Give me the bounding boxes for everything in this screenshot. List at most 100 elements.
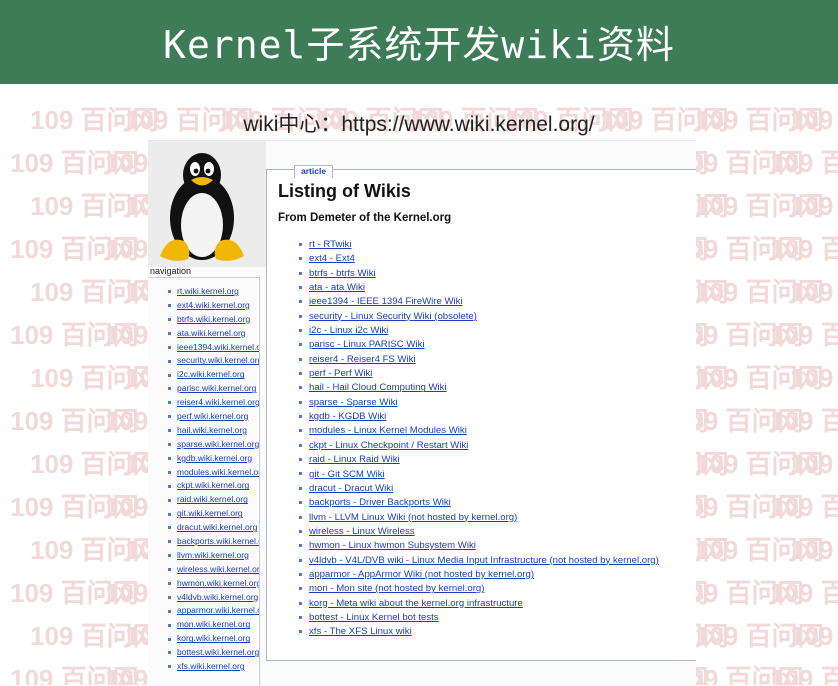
wiki-link[interactable]: bottest - Linux Kernel bot tests bbox=[299, 612, 659, 626]
nav-link[interactable]: security.wiki.kernel.org bbox=[168, 355, 259, 369]
nav-link-label[interactable]: bottest.wiki.kernel.org bbox=[177, 647, 259, 657]
wiki-link[interactable]: ckpt - Linux Checkpoint / Restart Wiki bbox=[299, 440, 659, 454]
wiki-link-label[interactable]: wireless - Linux Wireless bbox=[309, 526, 415, 537]
wiki-link-label[interactable]: v4ldvb - V4L/DVB wiki - Linux Media Inpu… bbox=[309, 555, 659, 566]
wiki-link[interactable]: hwmon - Linux hwmon Subsystem Wiki bbox=[299, 540, 659, 554]
nav-link-label[interactable]: apparmor.wiki.kernel.org bbox=[177, 605, 259, 615]
wiki-link-label[interactable]: reiser4 - Reiser4 FS Wiki bbox=[309, 354, 416, 365]
wiki-link-label[interactable]: perf - Perf Wiki bbox=[309, 368, 372, 379]
nav-link-label[interactable]: ieee1394.wiki.kernel.org bbox=[177, 342, 259, 352]
nav-link-label[interactable]: ata.wiki.kernel.org bbox=[177, 328, 246, 338]
wiki-link[interactable]: security - Linux Security Wiki (obsolete… bbox=[299, 311, 659, 325]
nav-link[interactable]: kgdb.wiki.kernel.org bbox=[168, 453, 259, 467]
wiki-link[interactable]: korg - Meta wiki about the kernel.org in… bbox=[299, 598, 659, 612]
nav-link[interactable]: v4ldvb.wiki.kernel.org bbox=[168, 592, 259, 606]
nav-link-label[interactable]: dracut.wiki.kernel.org bbox=[177, 522, 257, 532]
nav-link-label[interactable]: mon.wiki.kernel.org bbox=[177, 619, 250, 629]
wiki-link[interactable]: reiser4 - Reiser4 FS Wiki bbox=[299, 354, 659, 368]
tab-article[interactable]: article bbox=[294, 165, 334, 178]
wiki-link-label[interactable]: mon - Mon site (not hosted by kernel.org… bbox=[309, 583, 484, 594]
nav-link-label[interactable]: i2c.wiki.kernel.org bbox=[177, 369, 245, 379]
wiki-link-label[interactable]: sparse - Sparse Wiki bbox=[309, 397, 398, 408]
nav-link[interactable]: apparmor.wiki.kernel.org bbox=[168, 605, 259, 619]
wiki-link-label[interactable]: apparmor - AppArmor Wiki (not hosted by … bbox=[309, 569, 534, 580]
wiki-link[interactable]: btrfs - btrfs Wiki bbox=[299, 268, 659, 282]
nav-link-label[interactable]: git.wiki.kernel.org bbox=[177, 508, 243, 518]
wiki-link[interactable]: i2c - Linux i2c Wiki bbox=[299, 325, 659, 339]
wiki-link[interactable]: wireless - Linux Wireless bbox=[299, 526, 659, 540]
nav-link[interactable]: ckpt.wiki.kernel.org bbox=[168, 480, 259, 494]
nav-link-label[interactable]: btrfs.wiki.kernel.org bbox=[177, 314, 250, 324]
wiki-link-label[interactable]: xfs - The XFS Linux wiki bbox=[309, 626, 412, 637]
nav-link[interactable]: xfs.wiki.kernel.org bbox=[168, 661, 259, 675]
wiki-link-label[interactable]: korg - Meta wiki about the kernel.org in… bbox=[309, 598, 523, 609]
nav-link-label[interactable]: ckpt.wiki.kernel.org bbox=[177, 480, 249, 490]
wiki-link[interactable]: ext4 - Ext4 bbox=[299, 253, 659, 267]
wiki-link-label[interactable]: i2c - Linux i2c Wiki bbox=[309, 325, 388, 336]
nav-link[interactable]: hwmon.wiki.kernel.org bbox=[168, 578, 259, 592]
nav-link-label[interactable]: xfs.wiki.kernel.org bbox=[177, 661, 245, 671]
wiki-link-label[interactable]: hail - Hail Cloud Computing Wiki bbox=[309, 382, 447, 393]
wiki-link[interactable]: xfs - The XFS Linux wiki bbox=[299, 626, 659, 640]
wiki-link[interactable]: modules - Linux Kernel Modules Wiki bbox=[299, 425, 659, 439]
wiki-link[interactable]: backports - Driver Backports Wiki bbox=[299, 497, 659, 511]
wiki-link[interactable]: hail - Hail Cloud Computing Wiki bbox=[299, 382, 659, 396]
nav-link-label[interactable]: kgdb.wiki.kernel.org bbox=[177, 453, 252, 463]
nav-link[interactable]: parisc.wiki.kernel.org bbox=[168, 383, 259, 397]
nav-link[interactable]: modules.wiki.kernel.org bbox=[168, 467, 259, 481]
nav-link-label[interactable]: hail.wiki.kernel.org bbox=[177, 425, 247, 435]
nav-link[interactable]: git.wiki.kernel.org bbox=[168, 508, 259, 522]
nav-link[interactable]: ext4.wiki.kernel.org bbox=[168, 300, 259, 314]
nav-link[interactable]: perf.wiki.kernel.org bbox=[168, 411, 259, 425]
nav-link-label[interactable]: wireless.wiki.kernel.org bbox=[177, 564, 259, 574]
wiki-link-label[interactable]: ckpt - Linux Checkpoint / Restart Wiki bbox=[309, 440, 468, 451]
nav-link[interactable]: sparse.wiki.kernel.org bbox=[168, 439, 259, 453]
nav-link[interactable]: i2c.wiki.kernel.org bbox=[168, 369, 259, 383]
wiki-link-label[interactable]: kgdb - KGDB Wiki bbox=[309, 411, 386, 422]
nav-link[interactable]: mon.wiki.kernel.org bbox=[168, 619, 259, 633]
wiki-link-label[interactable]: parisc - Linux PARISC Wiki bbox=[309, 339, 425, 350]
wiki-link-label[interactable]: backports - Driver Backports Wiki bbox=[309, 497, 451, 508]
nav-link-label[interactable]: raid.wiki.kernel.org bbox=[177, 494, 248, 504]
wiki-link-label[interactable]: security - Linux Security Wiki (obsolete… bbox=[309, 311, 477, 322]
nav-link[interactable]: llvm.wiki.kernel.org bbox=[168, 550, 259, 564]
nav-link-label[interactable]: ext4.wiki.kernel.org bbox=[177, 300, 250, 310]
nav-link-label[interactable]: sparse.wiki.kernel.org bbox=[177, 439, 259, 449]
wiki-link[interactable]: sparse - Sparse Wiki bbox=[299, 397, 659, 411]
wiki-link[interactable]: v4ldvb - V4L/DVB wiki - Linux Media Inpu… bbox=[299, 555, 659, 569]
wiki-link-label[interactable]: rt - RTwiki bbox=[309, 239, 351, 250]
wiki-link[interactable]: kgdb - KGDB Wiki bbox=[299, 411, 659, 425]
nav-link[interactable]: reiser4.wiki.kernel.org bbox=[168, 397, 259, 411]
nav-link[interactable]: ieee1394.wiki.kernel.org bbox=[168, 342, 259, 356]
nav-link[interactable]: raid.wiki.kernel.org bbox=[168, 494, 259, 508]
nav-link-label[interactable]: parisc.wiki.kernel.org bbox=[177, 383, 256, 393]
wiki-link[interactable]: raid - Linux Raid Wiki bbox=[299, 454, 659, 468]
wiki-link-label[interactable]: hwmon - Linux hwmon Subsystem Wiki bbox=[309, 540, 476, 551]
nav-link[interactable]: dracut.wiki.kernel.org bbox=[168, 522, 259, 536]
nav-link-label[interactable]: modules.wiki.kernel.org bbox=[177, 467, 259, 477]
wiki-link-label[interactable]: ata - ata Wiki bbox=[309, 282, 365, 293]
nav-link[interactable]: backports.wiki.kernel.org bbox=[168, 536, 259, 550]
nav-link-label[interactable]: security.wiki.kernel.org bbox=[177, 355, 259, 365]
nav-link[interactable]: bottest.wiki.kernel.org bbox=[168, 647, 259, 661]
wiki-link[interactable]: perf - Perf Wiki bbox=[299, 368, 659, 382]
nav-link-label[interactable]: rt.wiki.kernel.org bbox=[177, 286, 239, 296]
nav-link[interactable]: btrfs.wiki.kernel.org bbox=[168, 314, 259, 328]
wiki-link-label[interactable]: git - Git SCM Wiki bbox=[309, 469, 385, 480]
nav-link[interactable]: hail.wiki.kernel.org bbox=[168, 425, 259, 439]
wiki-link-label[interactable]: dracut - Dracut Wiki bbox=[309, 483, 393, 494]
wiki-link[interactable]: dracut - Dracut Wiki bbox=[299, 483, 659, 497]
wiki-link[interactable]: llvm - LLVM Linux Wiki (not hosted by ke… bbox=[299, 512, 659, 526]
wiki-link[interactable]: git - Git SCM Wiki bbox=[299, 469, 659, 483]
nav-link-label[interactable]: v4ldvb.wiki.kernel.org bbox=[177, 592, 258, 602]
wiki-link[interactable]: ieee1394 - IEEE 1394 FireWire Wiki bbox=[299, 296, 659, 310]
nav-link-label[interactable]: korg.wiki.kernel.org bbox=[177, 633, 250, 643]
wiki-link[interactable]: rt - RTwiki bbox=[299, 239, 659, 253]
nav-link-label[interactable]: reiser4.wiki.kernel.org bbox=[177, 397, 259, 407]
wiki-link-label[interactable]: llvm - LLVM Linux Wiki (not hosted by ke… bbox=[309, 512, 517, 523]
wiki-link-label[interactable]: ext4 - Ext4 bbox=[309, 253, 355, 264]
wiki-link[interactable]: parisc - Linux PARISC Wiki bbox=[299, 339, 659, 353]
wiki-link-label[interactable]: ieee1394 - IEEE 1394 FireWire Wiki bbox=[309, 296, 463, 307]
wiki-link[interactable]: ata - ata Wiki bbox=[299, 282, 659, 296]
wiki-link-label[interactable]: raid - Linux Raid Wiki bbox=[309, 454, 400, 465]
